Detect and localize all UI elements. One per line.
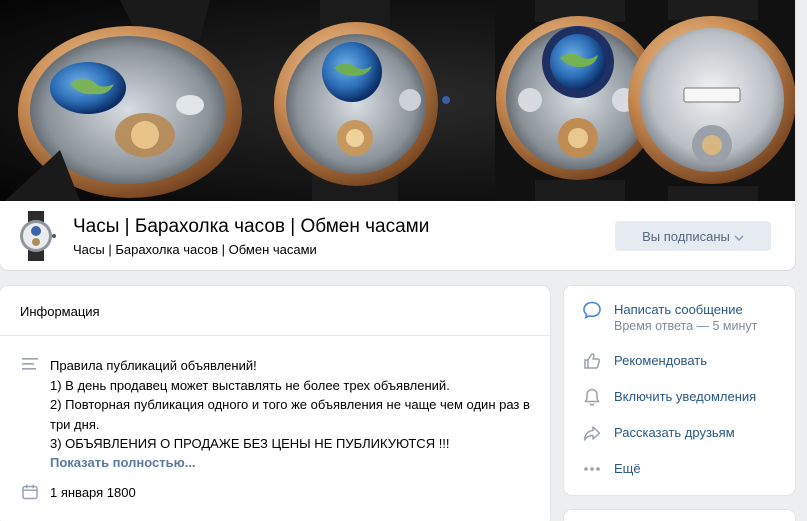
more-label: Ещё xyxy=(614,461,641,476)
next-card xyxy=(564,510,795,521)
text-lines-icon xyxy=(22,357,38,371)
info-card: Информация Правила публикаций объявлений… xyxy=(0,286,550,521)
group-avatar[interactable] xyxy=(16,211,56,261)
more-dots-icon xyxy=(582,459,602,479)
notifications-action[interactable]: Включить уведомления xyxy=(564,379,795,415)
divider xyxy=(0,335,550,336)
subscribed-label: Вы подписаны xyxy=(642,228,730,244)
founded-date: 1 января 1800 xyxy=(50,485,136,500)
recommend-action[interactable]: Рекомендовать xyxy=(564,343,795,379)
write-message-action[interactable]: Написать сообщение Время ответа — 5 мину… xyxy=(564,292,795,333)
group-description: Правила публикаций объявлений! 1) В день… xyxy=(50,356,540,454)
chevron-down-icon xyxy=(734,229,744,244)
group-title: Часы | Барахолка часов | Обмен часами xyxy=(73,216,430,237)
share-arrow-icon xyxy=(582,423,602,443)
group-status: Часы | Барахолка часов | Обмен часами xyxy=(73,242,317,257)
subscribed-button[interactable]: Вы подписаны xyxy=(615,221,771,251)
description-line: 2) Повторная публикация одного и того же… xyxy=(50,397,530,432)
description-line: Правила публикаций объявлений! xyxy=(50,358,257,373)
group-profile-row: Часы | Барахолка часов | Обмен часами Ча… xyxy=(0,201,795,270)
actions-card: Написать сообщение Время ответа — 5 мину… xyxy=(564,286,795,495)
bell-icon xyxy=(582,387,602,407)
info-title: Информация xyxy=(20,304,100,319)
recommend-label: Рекомендовать xyxy=(614,353,707,368)
message-bubble-icon xyxy=(582,300,602,320)
share-action[interactable]: Рассказать друзьям xyxy=(564,415,795,451)
response-time-text: Время ответа — 5 минут xyxy=(614,319,758,333)
calendar-icon xyxy=(22,484,38,500)
notifications-label: Включить уведомления xyxy=(614,389,757,404)
thumb-up-icon xyxy=(582,351,602,371)
write-message-label: Написать сообщение xyxy=(614,302,743,317)
more-action[interactable]: Ещё xyxy=(564,451,795,487)
share-label: Рассказать друзьям xyxy=(614,425,735,440)
cover-image[interactable] xyxy=(0,0,795,201)
description-line: 1) В день продавец может выставлять не б… xyxy=(50,377,450,393)
group-header: Часы | Барахолка часов | Обмен часами Ча… xyxy=(0,0,795,270)
show-more-link[interactable]: Показать полностью... xyxy=(50,455,196,470)
description-line: 3) ОБЪЯВЛЕНИЯ О ПРОДАЖЕ БЕЗ ЦЕНЫ НЕ ПУБЛ… xyxy=(50,436,450,451)
